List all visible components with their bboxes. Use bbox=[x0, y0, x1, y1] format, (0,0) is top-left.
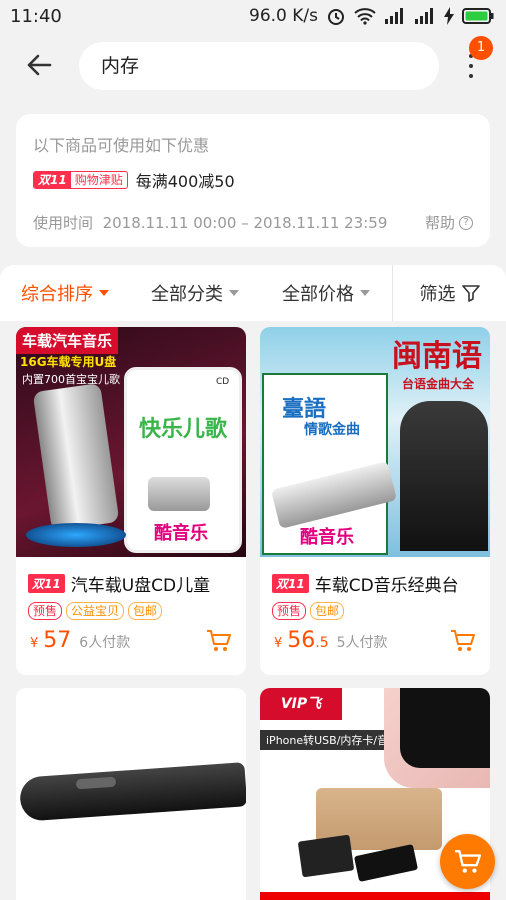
sort-comprehensive[interactable]: 综合排序 bbox=[0, 265, 130, 321]
alarm-icon bbox=[328, 9, 344, 25]
promotion-rule: 每满400减50 bbox=[135, 172, 235, 191]
promotion-card: 以下商品可使用如下优惠 双11 购物津贴 每满400减50 使用时间 2018.… bbox=[16, 114, 490, 247]
filter-button[interactable]: 筛选 bbox=[392, 265, 506, 321]
dropdown-triangle-icon bbox=[229, 290, 239, 296]
product-card[interactable] bbox=[16, 688, 246, 900]
promotion-footer: 使用时间 2018.11.11 00:00 – 2018.11.11 23:59… bbox=[33, 212, 473, 233]
price-row: ¥57 6人付款 bbox=[16, 620, 246, 660]
product-card[interactable]: 车载汽车音乐 16G车载专用U盘 内置700首宝宝儿歌 快乐儿歌 CD 酷音乐 … bbox=[16, 327, 246, 675]
price-row: ¥56.5 5人付款 bbox=[260, 620, 490, 660]
status-time: 11:40 bbox=[10, 5, 62, 27]
funnel-icon bbox=[461, 285, 480, 302]
status-icons: 96.0 K/s bbox=[249, 6, 494, 26]
network-speed: 96.0 K/s bbox=[249, 6, 318, 26]
search-input[interactable]: 内存 bbox=[79, 42, 439, 90]
product-image[interactable]: 车载汽车音乐 16G车载专用U盘 内置700首宝宝儿歌 快乐儿歌 CD 酷音乐 bbox=[16, 327, 246, 557]
help-link[interactable]: 帮助? bbox=[425, 212, 473, 233]
notification-badge: 1 bbox=[469, 36, 493, 60]
signal-4g-icon bbox=[385, 8, 403, 24]
product-card[interactable]: 闽南语 台语金曲大全 臺語 情歌金曲 酷音乐 双11 车载CD音乐经典台 预售 包… bbox=[260, 327, 490, 675]
battery-icon bbox=[462, 8, 494, 24]
sort-category[interactable]: 全部分类 bbox=[130, 265, 260, 321]
sort-bar: 综合排序 全部分类 全部价格 筛选 bbox=[0, 265, 506, 321]
product-tags: 预售 公益宝贝 包邮 bbox=[16, 596, 246, 620]
search-header: 内存 1 bbox=[0, 32, 506, 100]
cart-icon bbox=[455, 850, 482, 873]
price: 56 bbox=[287, 628, 316, 653]
signal-icon bbox=[415, 8, 433, 24]
promotion-title: 以下商品可使用如下优惠 bbox=[33, 136, 210, 155]
price: 57 bbox=[43, 628, 72, 653]
help-icon: ? bbox=[459, 215, 473, 230]
floating-cart-button[interactable] bbox=[440, 834, 495, 889]
product-title[interactable]: 双11 车载CD音乐经典台 bbox=[260, 557, 490, 596]
cart-icon[interactable] bbox=[450, 628, 476, 654]
back-arrow-icon[interactable] bbox=[24, 50, 54, 80]
product-image[interactable]: 闽南语 台语金曲大全 臺語 情歌金曲 酷音乐 bbox=[260, 327, 490, 557]
product-title[interactable]: 双11 汽车载U盘CD儿童 bbox=[16, 557, 246, 596]
cart-icon[interactable] bbox=[206, 628, 232, 654]
sort-price[interactable]: 全部价格 bbox=[260, 265, 392, 321]
product-tags: 预售 包邮 bbox=[260, 596, 490, 620]
promotion-time: 使用时间 2018.11.11 00:00 – 2018.11.11 23:59 bbox=[33, 214, 388, 232]
dropdown-triangle-icon bbox=[360, 290, 370, 296]
paid-count: 6人付款 bbox=[79, 635, 131, 651]
promotion-row: 双11 购物津贴 每满400减50 bbox=[33, 168, 473, 192]
wifi-icon bbox=[354, 8, 376, 25]
paid-count: 5人付款 bbox=[336, 635, 388, 651]
shopping-allowance-tag: 双11 购物津贴 bbox=[33, 171, 128, 189]
charging-icon bbox=[444, 7, 454, 25]
status-bar: 11:40 96.0 K/s bbox=[0, 0, 506, 32]
product-image[interactable] bbox=[16, 688, 246, 900]
dropdown-triangle-icon bbox=[99, 290, 109, 296]
